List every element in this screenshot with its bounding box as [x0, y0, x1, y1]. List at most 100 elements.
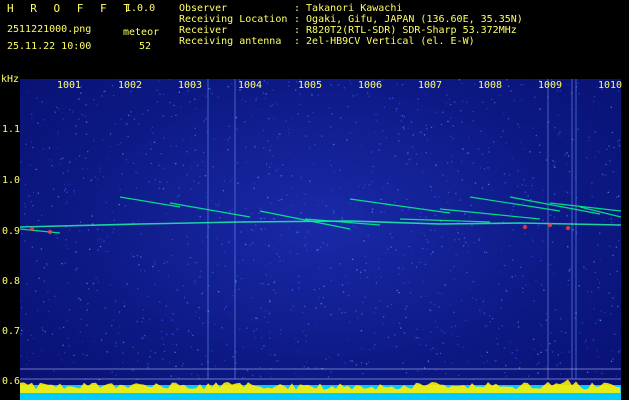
noise-speckle — [479, 167, 482, 169]
noise-speckle — [296, 276, 299, 278]
noise-speckle — [365, 262, 367, 264]
noise-speckle — [484, 251, 486, 253]
noise-speckle — [504, 372, 506, 374]
noise-speckle — [263, 147, 265, 149]
noise-speckle — [20, 355, 22, 357]
noise-speckle — [321, 224, 323, 226]
noise-speckle — [438, 306, 440, 308]
noise-speckle — [451, 362, 454, 364]
noise-speckle — [158, 164, 160, 167]
noise-speckle — [144, 335, 146, 337]
noise-speckle — [162, 167, 165, 169]
noise-speckle — [260, 228, 262, 230]
noise-speckle — [372, 165, 374, 168]
noise-speckle — [112, 211, 114, 213]
noise-speckle — [300, 176, 302, 179]
noise-speckle — [81, 114, 83, 116]
noise-speckle — [422, 280, 424, 283]
noise-speckle — [75, 241, 77, 243]
noise-speckle — [142, 317, 144, 319]
noise-speckle — [100, 241, 102, 243]
noise-speckle — [297, 351, 299, 353]
noise-speckle — [280, 329, 282, 331]
noise-speckle — [401, 115, 404, 117]
noise-speckle — [184, 296, 186, 299]
noise-speckle — [444, 284, 446, 286]
noise-speckle — [122, 341, 125, 344]
noise-speckle — [218, 201, 220, 203]
noise-speckle — [255, 317, 257, 319]
y-tick-label: 0.7 — [2, 326, 21, 337]
noise-speckle — [485, 251, 488, 254]
noise-speckle — [394, 155, 396, 157]
noise-speckle — [400, 120, 402, 122]
noise-speckle — [302, 330, 304, 332]
noise-speckle — [529, 151, 531, 153]
noise-speckle — [481, 355, 483, 357]
noise-speckle — [138, 123, 140, 125]
noise-speckle — [373, 347, 375, 349]
noise-speckle — [530, 198, 532, 201]
noise-speckle — [315, 307, 317, 309]
noise-speckle — [472, 111, 474, 113]
noise-speckle — [604, 312, 606, 314]
noise-speckle — [523, 179, 525, 182]
meteor-label: meteor — [123, 27, 160, 38]
noise-speckle — [343, 361, 346, 364]
noise-speckle — [483, 168, 486, 170]
info-location: Receiving Location: Ogaki, Gifu, JAPAN (… — [179, 14, 523, 25]
noise-speckle — [453, 278, 456, 280]
noise-speckle — [152, 132, 154, 134]
noise-speckle — [141, 321, 143, 323]
noise-speckle — [560, 330, 562, 333]
noise-speckle — [430, 348, 432, 351]
noise-speckle — [176, 196, 178, 198]
echo-hotspot — [47, 229, 53, 235]
noise-speckle — [323, 285, 325, 287]
noise-speckle — [333, 143, 335, 146]
noise-speckle — [503, 173, 505, 175]
noise-speckle — [91, 215, 93, 217]
noise-speckle — [445, 372, 447, 375]
noise-speckle — [253, 187, 255, 189]
noise-speckle — [140, 151, 142, 154]
noise-speckle — [227, 139, 229, 141]
noise-speckle — [68, 345, 70, 347]
noise-speckle — [616, 270, 618, 272]
noise-speckle — [62, 157, 64, 159]
noise-speckle — [328, 356, 330, 358]
noise-speckle — [433, 205, 435, 207]
noise-speckle — [401, 209, 404, 211]
noise-speckle — [277, 167, 279, 169]
noise-speckle — [61, 111, 63, 114]
noise-speckle — [57, 131, 59, 133]
noise-speckle — [454, 325, 456, 327]
noise-speckle — [545, 319, 547, 321]
noise-speckle — [85, 133, 88, 135]
noise-speckle — [522, 84, 525, 86]
noise-speckle — [39, 125, 41, 127]
noise-speckle — [450, 270, 452, 272]
noise-speckle — [481, 187, 484, 189]
noise-speckle — [498, 271, 500, 273]
noise-speckle — [24, 213, 26, 215]
noise-speckle — [235, 281, 237, 283]
noise-speckle — [86, 324, 88, 326]
noise-speckle — [186, 236, 188, 238]
noise-speckle — [25, 313, 27, 315]
noise-speckle — [204, 175, 207, 177]
noise-speckle — [178, 187, 180, 189]
noise-speckle — [261, 336, 263, 339]
noise-speckle — [566, 215, 568, 217]
noise-speckle — [351, 258, 354, 260]
noise-speckle — [162, 115, 164, 117]
noise-speckle — [557, 354, 559, 356]
noise-speckle — [194, 280, 196, 282]
noise-speckle — [483, 303, 485, 305]
noise-speckle — [364, 256, 366, 258]
echo-hotspot — [522, 224, 528, 230]
noise-speckle — [586, 157, 588, 159]
noise-speckle — [190, 373, 193, 375]
noise-speckle — [288, 85, 290, 87]
noise-speckle — [424, 93, 427, 95]
